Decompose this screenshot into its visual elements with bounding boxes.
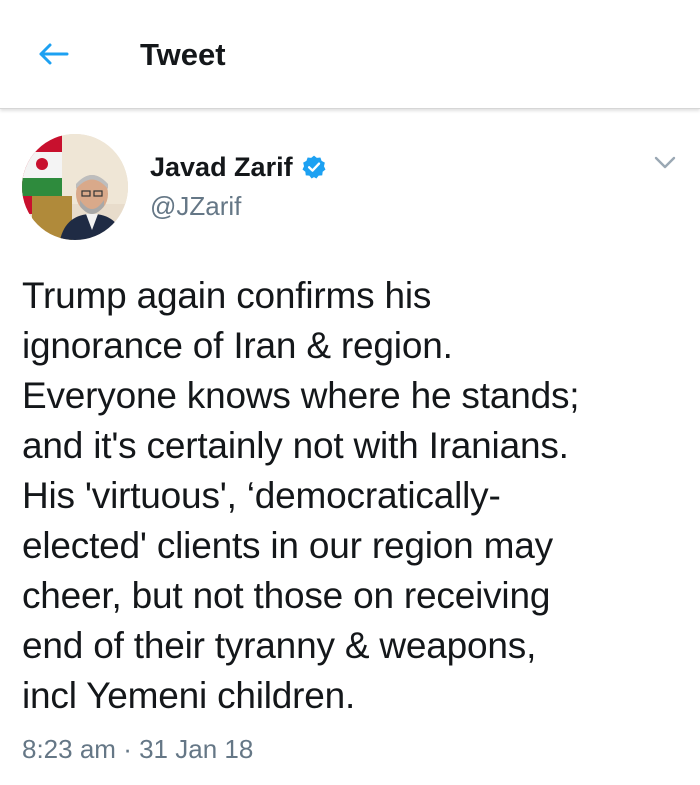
verified-badge-icon	[301, 154, 327, 180]
tweet-date: 31 Jan 18	[139, 734, 254, 764]
back-button[interactable]	[28, 34, 78, 74]
tweet-text-line: elected' clients in our region may	[22, 525, 553, 566]
tweet-text-line: Trump again confirms his	[22, 275, 432, 316]
page-title: Tweet	[140, 37, 226, 72]
profile-photo	[22, 134, 128, 240]
top-app-bar: Tweet	[0, 0, 700, 109]
chevron-down-icon	[654, 156, 676, 169]
back-arrow-icon	[39, 43, 69, 65]
tweet-text-line: and it's certainly not with Iranians.	[22, 425, 569, 466]
tweet-text: Trump again confirms his ignorance of Ir…	[22, 271, 687, 721]
tweet-timestamp[interactable]: 8:23 am · 31 Jan 18	[22, 733, 253, 765]
tweet-text-line: cheer, but not those on receiving	[22, 575, 551, 616]
author-display-name[interactable]: Javad Zarif	[150, 150, 293, 184]
tweet-text-line: end of their tyranny & weapons,	[22, 625, 537, 666]
author-handle[interactable]: @JZarif	[150, 190, 241, 222]
tweet-text-line: ignorance of Iran & region.	[22, 325, 453, 366]
avatar[interactable]	[22, 134, 128, 240]
tweet-text-line: Everyone knows where he stands;	[22, 375, 580, 416]
author-name-row[interactable]: Javad Zarif	[150, 150, 327, 184]
tweet-text-line: incl Yemeni children.	[22, 675, 356, 716]
tweet-text-line: His 'virtuous', ‘democratically-	[22, 475, 501, 516]
timestamp-separator: ·	[123, 734, 132, 764]
tweet-menu-button[interactable]	[650, 148, 680, 178]
tweet-time: 8:23 am	[22, 734, 116, 764]
